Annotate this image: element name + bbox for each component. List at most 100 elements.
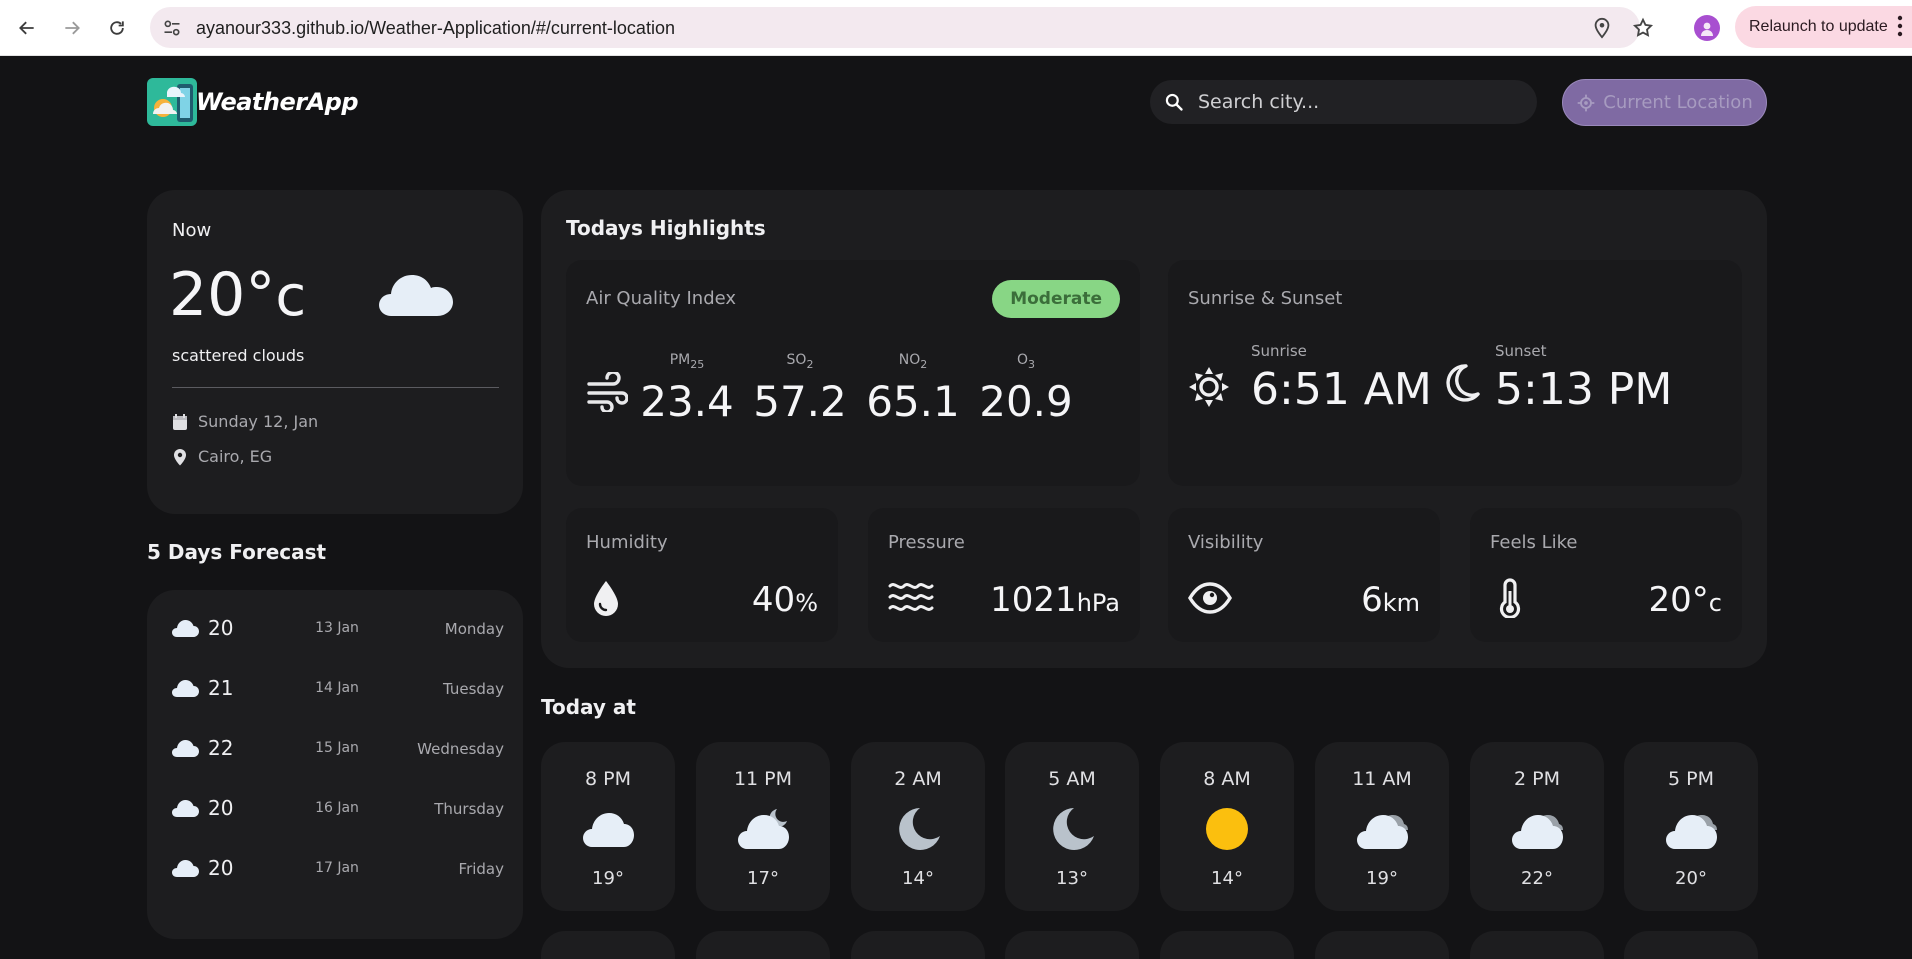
humidity-number: 40 (751, 580, 796, 620)
forecast-day: Monday (444, 620, 504, 638)
air-quality-panel: Air Quality Index Moderate PM25 23.4 SO2… (566, 260, 1140, 486)
sunrise-label: Sunrise (1251, 342, 1307, 360)
current-location: Cairo, EG (198, 447, 273, 466)
sunrise-sunset-panel: Sunrise & Sunset Sunrise 6:51 AM Sunset … (1168, 260, 1742, 486)
aqi-no2-value: 65.1 (866, 376, 960, 426)
aqi-o3-label-text: O (1016, 352, 1029, 368)
forecast-day: Friday (458, 860, 504, 878)
current-location-label: Current Location (1603, 92, 1753, 113)
url-text[interactable]: ayanour333.github.io/Weather-Application… (196, 18, 675, 39)
feels-like-title: Feels Like (1490, 532, 1578, 553)
pressure-panel: Pressure 1021hPa (868, 508, 1140, 642)
address-bar[interactable]: ayanour333.github.io/Weather-Application… (150, 7, 1654, 48)
cloud-icon (172, 620, 199, 637)
site-settings-icon[interactable] (162, 18, 182, 38)
hourly-card-partial (1160, 931, 1294, 959)
forecast-day: Tuesday (442, 680, 504, 698)
hour-temp: 17° (747, 868, 779, 889)
aqi-so2-label-text: SO (786, 352, 807, 368)
aqi-pm25-label: PM25 (637, 352, 737, 371)
hourly-card-partial (1005, 931, 1139, 959)
hourly-card: 11 AM 19° (1315, 742, 1449, 911)
current-date: Sunday 12, Jan (198, 412, 319, 431)
aqi-pm25-subscript: 25 (690, 357, 705, 371)
hour-time: 2 AM (894, 768, 942, 790)
hourly-card-partial (1315, 931, 1449, 959)
sun-icon (1206, 808, 1248, 850)
forecast-row: 21 14 Jan Tuesday (172, 674, 504, 704)
current-weather-card: Now 20°c scattered clouds Sunday 12, Jan… (147, 190, 523, 514)
reload-button[interactable] (101, 12, 133, 44)
hour-time: 5 AM (1048, 768, 1096, 790)
relaunch-label: Relaunch to update (1749, 18, 1888, 35)
search-box[interactable] (1150, 80, 1537, 124)
hour-temp: 22° (1521, 868, 1553, 889)
water-drop-icon (594, 581, 618, 616)
sun-title: Sunrise & Sunset (1188, 288, 1343, 309)
humidity-panel: Humidity 40% (566, 508, 838, 642)
forecast-temp: 20 (208, 616, 234, 640)
relaunch-button[interactable]: Relaunch to update (1735, 6, 1912, 48)
humidity-value: 40% (752, 580, 818, 620)
current-temp-value: 20° (169, 260, 276, 330)
aqi-so2-label: SO2 (750, 352, 850, 371)
moon-icon (1053, 808, 1094, 850)
cloud-icon (172, 680, 199, 697)
location-pin-icon[interactable] (1591, 17, 1613, 39)
forecast-day: Wednesday (417, 740, 504, 758)
forecast-temp: 21 (208, 676, 234, 700)
hourly-card: 8 AM 14° (1160, 742, 1294, 911)
aqi-title: Air Quality Index (586, 288, 737, 309)
hourly-card: 8 PM 19° (541, 742, 675, 911)
overcast-cloud-icon (1357, 815, 1408, 849)
hour-time: 8 AM (1203, 768, 1251, 790)
brand-name[interactable]: WeatherApp (196, 88, 359, 116)
aqi-no2-subscript: 2 (920, 357, 928, 371)
feels-like-value: 20°c (1649, 580, 1722, 620)
bookmark-star-icon[interactable] (1632, 17, 1654, 39)
hour-time: 2 PM (1514, 768, 1560, 790)
kebab-menu-icon[interactable] (1897, 15, 1903, 37)
forecast-date: 16 Jan (315, 800, 359, 816)
hour-time: 8 PM (585, 768, 631, 790)
sunset-time: 5:13 PM (1495, 364, 1673, 415)
hourly-card: 2 PM 22° (1470, 742, 1604, 911)
visibility-unit: km (1382, 589, 1420, 617)
search-input[interactable] (1198, 80, 1518, 124)
cloud-icon (379, 275, 453, 316)
forecast-row: 20 17 Jan Friday (172, 854, 504, 884)
profile-avatar[interactable] (1694, 15, 1720, 41)
aqi-no2-label: NO2 (863, 352, 963, 371)
arrow-left-icon (19, 21, 34, 35)
aqi-status-badge: Moderate (992, 280, 1120, 318)
pressure-number: 1021 (990, 580, 1077, 620)
humidity-unit: % (795, 589, 818, 617)
weatherapp-logo-icon[interactable] (147, 78, 197, 126)
overcast-cloud-icon (1666, 815, 1717, 849)
forecast-date: 15 Jan (315, 740, 359, 756)
current-temperature: 20°c (169, 260, 306, 330)
visibility-panel: Visibility 6km (1168, 508, 1440, 642)
hourly-card-partial (1624, 931, 1758, 959)
current-location-button[interactable]: Current Location (1562, 79, 1767, 126)
cloud-icon (172, 860, 199, 877)
now-label: Now (172, 220, 212, 241)
aqi-pm25: PM25 23.4 (637, 352, 737, 426)
hour-temp: 19° (592, 868, 624, 889)
aqi-o3-value: 20.9 (979, 376, 1073, 426)
highlights-title: Todays Highlights (566, 216, 766, 240)
forecast-date: 14 Jan (315, 680, 359, 696)
overcast-cloud-icon (1512, 815, 1563, 849)
forecast-card: 20 13 Jan Monday 21 14 Jan Tuesday 22 15… (147, 590, 523, 939)
sunrise-time: 6:51 AM (1251, 364, 1432, 415)
forecast-temp: 22 (208, 736, 234, 760)
pressure-value: 1021hPa (990, 580, 1120, 620)
wind-icon (587, 372, 628, 412)
humidity-title: Humidity (586, 532, 668, 553)
back-button[interactable] (11, 12, 43, 44)
forward-button[interactable] (56, 12, 88, 44)
today-at-title: Today at (541, 695, 636, 719)
aqi-o3: O3 20.9 (976, 352, 1076, 426)
thermometer-icon (1499, 578, 1521, 618)
map-pin-icon (174, 448, 186, 465)
